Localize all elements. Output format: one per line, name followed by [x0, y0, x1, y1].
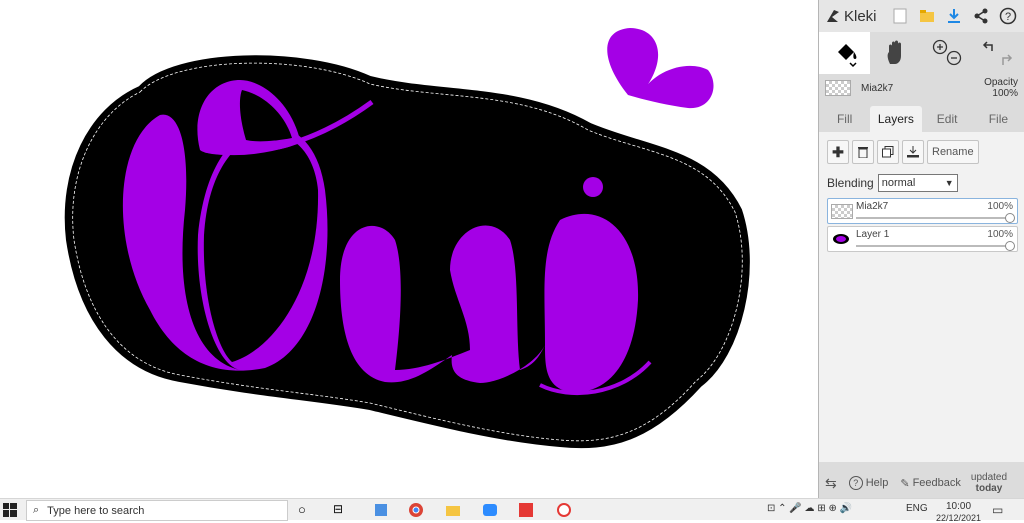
download-icon[interactable]: [944, 6, 964, 26]
opacity-label: Opacity: [984, 77, 1018, 88]
dot-shape: [583, 177, 603, 197]
layer-row[interactable]: Mia2k7 100%: [827, 198, 1018, 224]
paint-bucket-tool[interactable]: [819, 32, 870, 74]
paint-bucket-icon: [837, 44, 857, 68]
updated-line2: today: [975, 483, 1003, 494]
opacity-value: 100%: [992, 88, 1018, 99]
delete-layer-button[interactable]: [852, 140, 874, 164]
top-toolbar: Kleki ?: [819, 0, 1024, 32]
zoom-app-icon[interactable]: [482, 502, 498, 518]
windows-start-icon[interactable]: [3, 503, 17, 517]
layer-opacity-slider[interactable]: [856, 241, 1015, 251]
drawing-canvas[interactable]: [0, 0, 818, 498]
search-placeholder: Type here to search: [47, 504, 145, 517]
kleki-logo-icon: [827, 10, 839, 22]
layer-opacity: 100%: [987, 229, 1013, 240]
zoom-tools: [921, 32, 972, 74]
cortana-icon[interactable]: ○: [298, 502, 314, 518]
open-folder-icon[interactable]: [917, 6, 937, 26]
kleki-taskbar-icon[interactable]: [556, 502, 572, 518]
layer-row[interactable]: Layer 1 100%: [827, 226, 1018, 252]
zoom-in-icon[interactable]: [932, 39, 947, 55]
layer-thumbnail: [831, 204, 853, 219]
blending-select[interactable]: normal ▼: [877, 174, 958, 192]
tab-file[interactable]: File: [973, 106, 1024, 132]
layer-thumbnail: [825, 80, 851, 96]
tray-icons: ⊡ ⌃ 🎤 ☁ ⊞ ⊕ 🔊: [767, 503, 853, 514]
updated-note: updated today: [967, 472, 1007, 494]
duplicate-layer-button[interactable]: [877, 140, 899, 164]
plus-icon: ✚: [832, 143, 844, 160]
layer-name: Mia2k7: [856, 201, 889, 212]
swap-arrows-icon: ⇆: [825, 474, 837, 491]
help-icon[interactable]: ?: [998, 6, 1018, 26]
help-icon: ?: [848, 476, 863, 490]
tool-row: [819, 32, 1024, 74]
active-layer-name: Mia2k7: [861, 82, 894, 94]
kleki-logo: Kleki: [825, 8, 877, 25]
opacity-readout: Opacity 100%: [984, 77, 1018, 99]
blending-label: Blending: [827, 176, 874, 190]
layer-opacity-slider[interactable]: [856, 213, 1015, 223]
zoom-out-icon[interactable]: [946, 50, 961, 66]
notification-icon[interactable]: ▭: [992, 503, 1003, 517]
undo-icon[interactable]: [982, 41, 993, 51]
blending-value: normal: [881, 177, 916, 189]
history-icons: [982, 41, 1012, 65]
feedback-label: Feedback: [912, 477, 961, 489]
task-view-icon[interactable]: ⊟: [333, 502, 349, 518]
tab-layers[interactable]: Layers: [870, 106, 922, 132]
panel-bottom-bar: ⇆ ? Help ✎ Feedback updated today: [819, 468, 1024, 498]
chrome-icon[interactable]: [408, 502, 424, 518]
feedback-button[interactable]: ✎ Feedback: [894, 477, 967, 490]
layer-opacity: 100%: [987, 201, 1013, 212]
layer-name: Layer 1: [856, 229, 890, 240]
hand-icon: [887, 40, 901, 64]
new-image-icon[interactable]: [890, 6, 910, 26]
updated-line1: updated: [970, 472, 1008, 483]
history-tools: [972, 32, 1023, 74]
letter-u-shape: [340, 213, 639, 393]
trash-icon: [858, 147, 868, 158]
layer-actions: ✚ Rename: [827, 140, 1018, 164]
zoom-icons: [932, 39, 961, 66]
wing-shape: [607, 28, 714, 109]
windows-taskbar: ⌕ Type here to search ○ ⊟ ⊡ ⌃ 🎤 ☁ ⊞ ⊕ 🔊 …: [0, 498, 1024, 523]
chevron-down-icon: ▼: [944, 178, 954, 188]
help-label: Help: [865, 477, 889, 489]
duplicate-icon: [882, 146, 894, 158]
add-layer-button[interactable]: ✚: [827, 140, 849, 164]
app-icon-1[interactable]: [373, 502, 389, 518]
file-explorer-icon[interactable]: [445, 502, 461, 518]
panel-tabs: Fill Layers Edit File: [819, 106, 1024, 132]
clock-time[interactable]: 10:00: [946, 501, 971, 512]
tab-edit[interactable]: Edit: [922, 106, 973, 132]
tab-fill[interactable]: Fill: [819, 106, 870, 132]
active-layer-preview: Mia2k7 Opacity 100%: [819, 74, 1024, 102]
swap-side-button[interactable]: ⇆: [819, 475, 843, 492]
taskbar-search[interactable]: ⌕ Type here to search: [26, 500, 288, 521]
slider-knob[interactable]: [1005, 213, 1015, 223]
side-panel: Kleki ? Mia2k7 Opacity 100% Fill Layers …: [818, 0, 1024, 498]
app-name: Kleki: [844, 7, 877, 25]
pencil-icon: ✎: [900, 477, 910, 490]
search-icon: ⌕: [33, 504, 40, 516]
hand-tool[interactable]: [870, 32, 921, 74]
help-button[interactable]: ? Help: [843, 476, 895, 490]
svg-text:?: ?: [1004, 11, 1010, 23]
blending-row: Blending normal ▼: [827, 174, 1018, 192]
wps-icon[interactable]: [518, 502, 534, 518]
redo-icon[interactable]: [1001, 54, 1012, 65]
layers-tab-body: ✚ Rename Blending normal ▼ Mia2k7 100% L…: [819, 132, 1024, 462]
language-indicator[interactable]: ENG: [906, 503, 928, 514]
layer-thumbnail: [831, 232, 851, 245]
share-icon[interactable]: [971, 6, 991, 26]
rename-button[interactable]: Rename: [927, 140, 979, 164]
clock-date[interactable]: 22/12/2021: [936, 513, 981, 523]
slider-knob[interactable]: [1005, 241, 1015, 251]
merge-down-icon: [907, 146, 919, 158]
merge-layer-button[interactable]: [902, 140, 924, 164]
